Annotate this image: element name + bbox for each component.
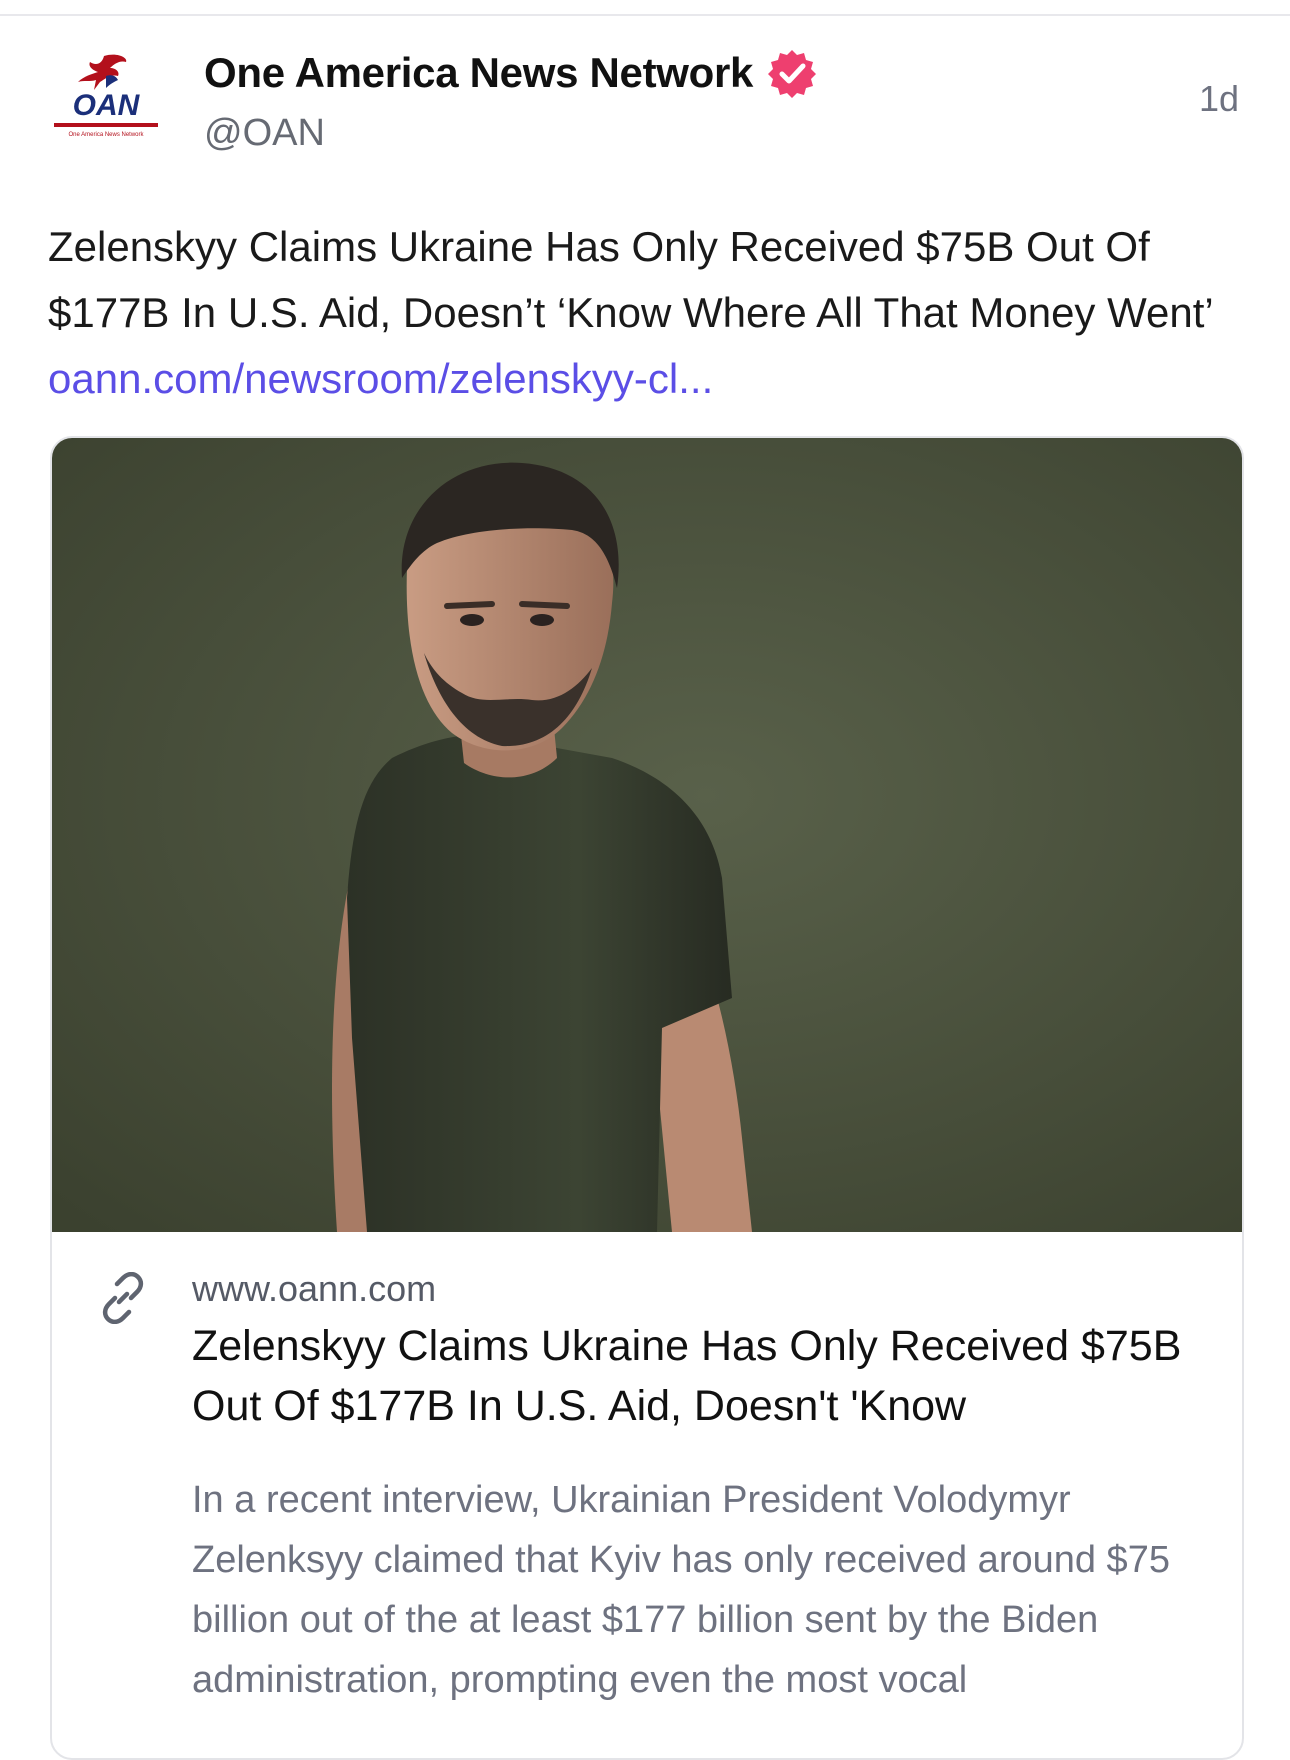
author-display-name[interactable]: One America News Network	[204, 49, 753, 97]
post-text: Zelenskyy Claims Ukraine Has Only Receiv…	[48, 214, 1248, 412]
eagle-icon	[78, 54, 127, 90]
top-divider	[0, 0, 1290, 16]
card-title[interactable]: Zelenskyy Claims Ukraine Has Only Receiv…	[192, 1316, 1202, 1436]
logo-subtext: One America News Network	[68, 132, 144, 138]
link-preview-card[interactable]: www.oann.com Zelenskyy Claims Ukraine Ha…	[50, 436, 1244, 1760]
logo-underline	[54, 123, 158, 127]
card-domain: www.oann.com	[192, 1268, 437, 1309]
logo-wordmark: OAN	[73, 89, 141, 122]
link-chain-icon	[102, 1272, 144, 1324]
oan-logo-avatar[interactable]: OAN One America News Network	[48, 52, 164, 142]
post-timestamp[interactable]: 1d	[1199, 78, 1239, 120]
verified-badge-icon	[768, 50, 817, 98]
post-link[interactable]: oann.com/newsroom/zelenskyy-cl...	[48, 355, 713, 402]
article-photo[interactable]	[52, 438, 1242, 1232]
author-handle[interactable]: @OAN	[204, 112, 325, 155]
card-description: In a recent interview, Ukrainian Preside…	[192, 1479, 1170, 1701]
post-body: Zelenskyy Claims Ukraine Has Only Receiv…	[48, 223, 1213, 336]
author-name-row: One America News Network	[204, 48, 817, 98]
